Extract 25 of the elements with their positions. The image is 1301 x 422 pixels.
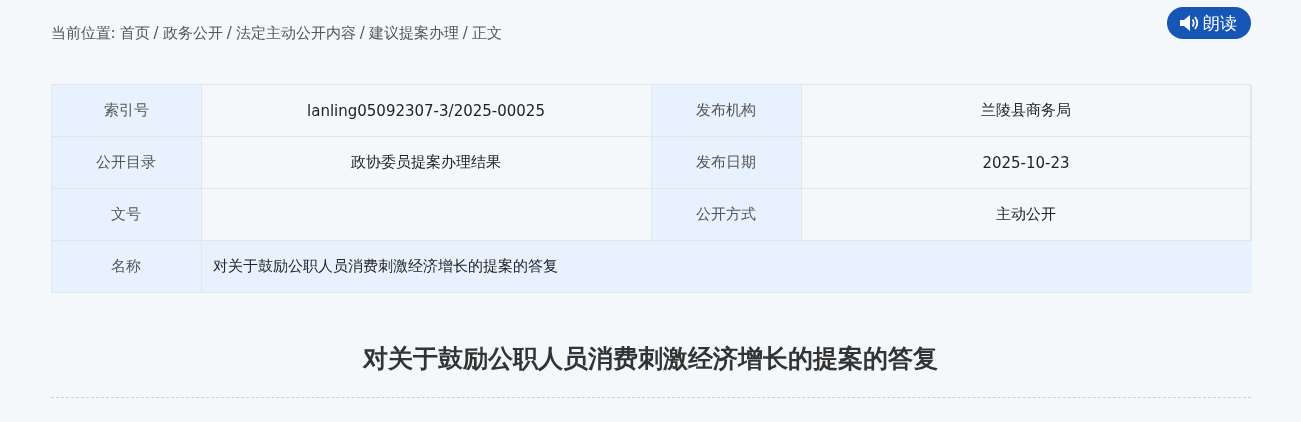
article-title: 对关于鼓励公职人员消费刺激经济增长的提案的答复 — [361, 343, 939, 375]
breadcrumb-separator: / — [153, 23, 159, 43]
field-value: 政协委员提案办理结果 — [201, 137, 652, 189]
breadcrumb-link[interactable]: 法定主动公开内容 — [235, 23, 356, 43]
breadcrumb-link[interactable]: 建议提案办理 — [368, 23, 459, 43]
field-label: 公开目录 — [51, 137, 202, 189]
field-value: 兰陵县商务局 — [801, 85, 1252, 137]
field-label: 发布机构 — [651, 85, 802, 137]
field-label: 公开方式 — [651, 189, 802, 241]
speaker-icon — [1178, 14, 1199, 32]
field-label: 名称 — [51, 241, 202, 292]
field-value: 2025-10-23 — [801, 137, 1252, 189]
breadcrumb-link[interactable]: 正文 — [471, 23, 502, 43]
breadcrumb-separator: / — [462, 23, 468, 43]
field-label: 发布日期 — [651, 137, 802, 189]
field-value: 对关于鼓励公职人员消费刺激经济增长的提案的答复 — [201, 241, 1252, 292]
field-value: lanling05092307-3/2025-00025 — [201, 85, 652, 137]
breadcrumb-separator: / — [226, 23, 232, 43]
breadcrumb-link[interactable]: 首页 — [119, 23, 150, 43]
read-aloud-button[interactable]: 朗读 — [1166, 7, 1251, 39]
field-label: 索引号 — [51, 85, 202, 137]
breadcrumb-separator: / — [359, 23, 365, 43]
breadcrumb-link[interactable]: 政务公开 — [162, 23, 223, 43]
breadcrumb-label: 当前位置: — [50, 23, 116, 43]
field-label: 文号 — [51, 189, 202, 241]
